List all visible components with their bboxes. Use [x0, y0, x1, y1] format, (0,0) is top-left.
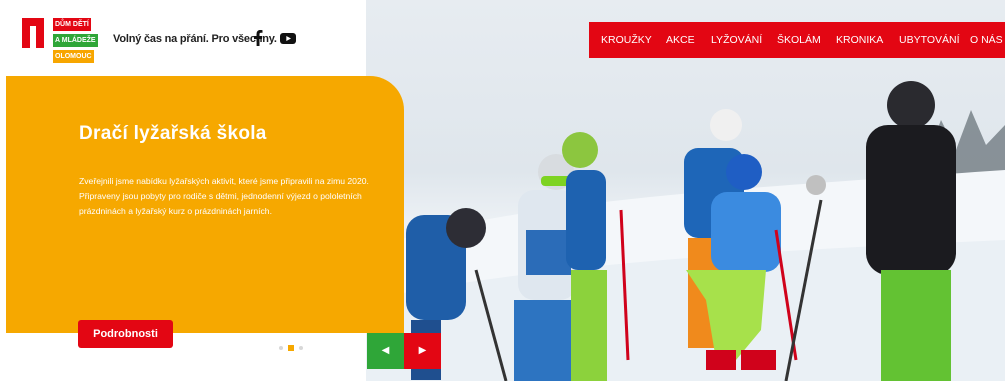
prev-slide-button[interactable]: ◀	[367, 333, 404, 369]
slide-panel: Dračí lyžařská škola Zveřejnili jsme nab…	[6, 76, 404, 333]
nav-item-lyzovani[interactable]: LYŽOVÁNÍ	[711, 34, 762, 46]
header: DŮM DĚTÍ A MLÁDEŽE OLOMOUC Volný čas na …	[0, 0, 366, 76]
slide-dot-1[interactable]	[279, 346, 283, 350]
nav-item-o-nas[interactable]: O NÁS	[970, 34, 1003, 46]
logo-line-2: A MLÁDEŽE	[53, 34, 98, 47]
slide-indicators	[279, 344, 303, 352]
slide-dot-3[interactable]	[299, 346, 303, 350]
logo-mark-icon	[22, 18, 44, 48]
logo-line-3: OLOMOUC	[53, 50, 94, 63]
nav-item-akce[interactable]: AKCE	[666, 34, 695, 46]
next-arrow-icon: ▶	[418, 345, 427, 356]
nav-item-skolam[interactable]: ŠKOLÁM	[777, 34, 821, 46]
slide-description: Zveřejnili jsme nabídku lyžařských aktiv…	[79, 176, 369, 216]
nav-item-ubytovani[interactable]: UBYTOVÁNÍ	[899, 34, 960, 46]
prev-arrow-icon: ◀	[381, 345, 390, 356]
slide-title: Dračí lyžařská škola	[79, 123, 267, 144]
slide-dot-2[interactable]	[288, 345, 294, 351]
facebook-icon[interactable]	[253, 30, 263, 46]
nav-item-krouzky[interactable]: KROUŽKY	[601, 34, 652, 46]
main-nav: KROUŽKY AKCE LYŽOVÁNÍ ŠKOLÁM KRONIKA UBY…	[589, 22, 1005, 58]
nav-item-kronika[interactable]: KRONIKA	[836, 34, 883, 46]
details-button[interactable]: Podrobnosti	[78, 320, 173, 348]
logo-line-1: DŮM DĚTÍ	[53, 18, 91, 31]
logo[interactable]: DŮM DĚTÍ A MLÁDEŽE OLOMOUC	[22, 16, 98, 66]
next-slide-button[interactable]: ▶	[404, 333, 441, 369]
youtube-icon[interactable]	[280, 33, 296, 44]
